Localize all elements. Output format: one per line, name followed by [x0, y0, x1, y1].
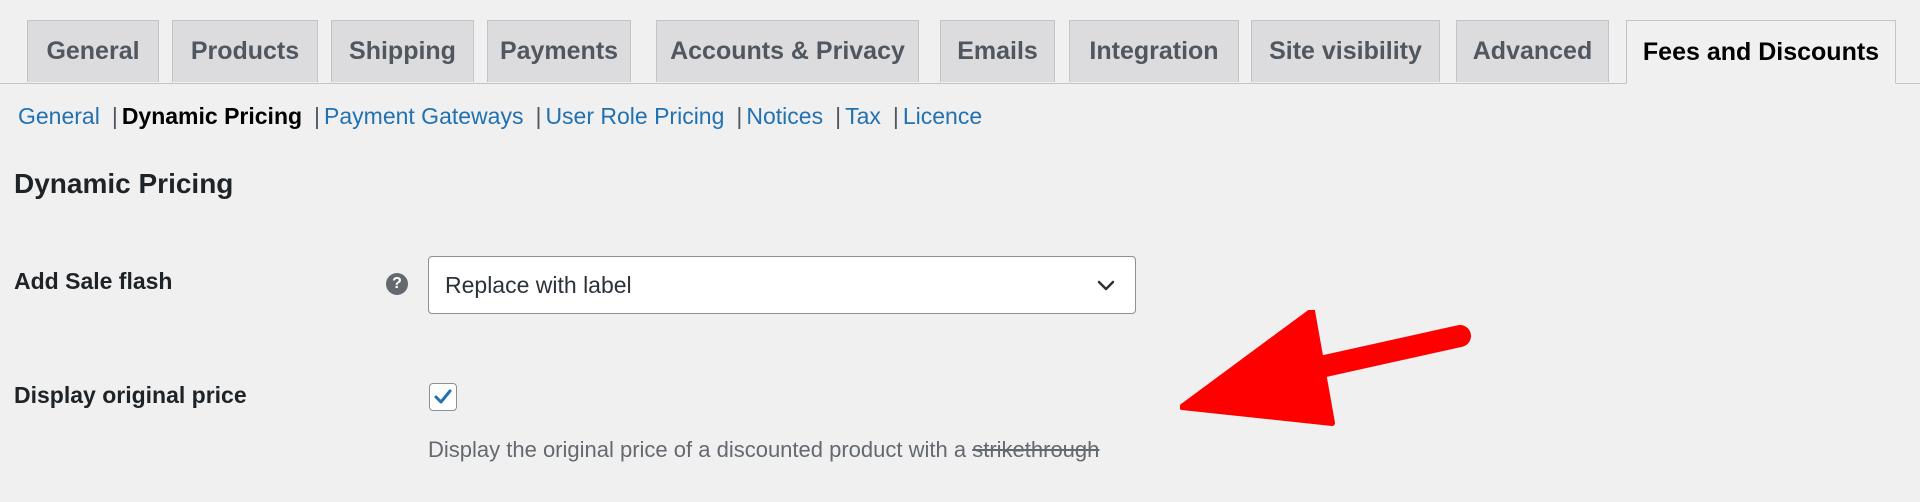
chevron-down-icon	[1097, 280, 1115, 291]
sub-navigation: General | Dynamic Pricing | Payment Gate…	[18, 100, 982, 132]
subnav-notices[interactable]: Notices	[746, 103, 823, 130]
tab-site-visibility[interactable]: Site visibility	[1251, 20, 1440, 82]
tab-fees-and-discounts[interactable]: Fees and Discounts	[1626, 20, 1896, 84]
sale-flash-label: Add Sale flash	[14, 268, 173, 294]
section-title: Dynamic Pricing	[14, 168, 234, 199]
subnav-separator: |	[892, 102, 899, 129]
description-strike-text: strikethrough	[972, 437, 1100, 462]
sale-flash-select[interactable]: Replace with label	[428, 256, 1136, 314]
annotation-arrow-icon	[1180, 310, 1471, 426]
subnav-separator: |	[314, 102, 321, 129]
question-circle-icon[interactable]: ?	[386, 273, 408, 295]
tab-general[interactable]: General	[27, 20, 159, 82]
original-price-description: Display the original price of a discount…	[428, 437, 1099, 463]
subnav-payment-gateways[interactable]: Payment Gateways	[324, 103, 523, 130]
settings-tabs: General Products Shipping Payments Accou…	[0, 0, 1920, 84]
subnav-tax[interactable]: Tax	[845, 103, 881, 130]
original-price-label: Display original price	[14, 382, 247, 408]
subnav-separator: |	[736, 102, 743, 129]
subnav-dynamic-pricing: Dynamic Pricing	[121, 102, 303, 129]
subnav-user-role-pricing[interactable]: User Role Pricing	[545, 103, 724, 130]
tab-accounts-privacy[interactable]: Accounts & Privacy	[656, 20, 919, 82]
tab-products[interactable]: Products	[172, 20, 318, 82]
subnav-licence[interactable]: Licence	[903, 103, 982, 130]
tab-emails[interactable]: Emails	[940, 20, 1055, 82]
subnav-separator: |	[535, 102, 542, 129]
subnav-separator: |	[835, 102, 842, 129]
subnav-general[interactable]: General	[18, 103, 100, 130]
tab-advanced[interactable]: Advanced	[1456, 20, 1609, 82]
subnav-separator: |	[111, 102, 118, 129]
original-price-checkbox[interactable]	[429, 383, 457, 411]
sale-flash-selected-value: Replace with label	[445, 271, 632, 298]
checkmark-icon	[434, 389, 452, 404]
tab-integration[interactable]: Integration	[1069, 20, 1239, 82]
tab-shipping[interactable]: Shipping	[331, 20, 474, 82]
tab-payments[interactable]: Payments	[487, 20, 631, 82]
description-text: Display the original price of a discount…	[428, 437, 967, 462]
